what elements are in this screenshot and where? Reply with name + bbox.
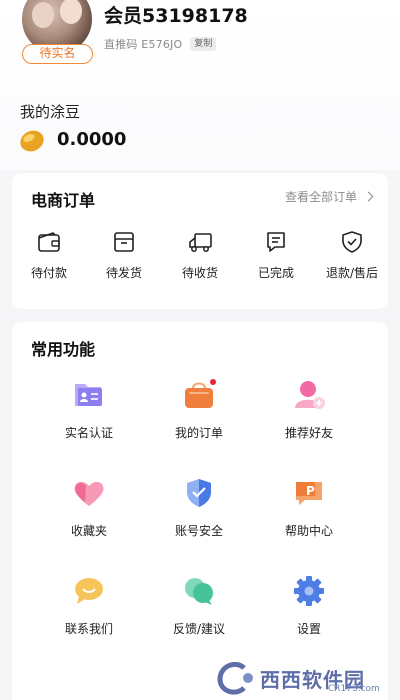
referral-code: 直推码 E576JO bbox=[104, 38, 183, 51]
site-watermark: 西西软件园 CR173.com bbox=[214, 662, 390, 696]
func-contact-us[interactable]: 联系我们 bbox=[39, 574, 139, 637]
func-label: 账号安全 bbox=[174, 524, 223, 538]
order-to-receive[interactable]: 待收货 bbox=[165, 229, 235, 281]
shopping-bag-icon bbox=[185, 379, 216, 408]
func-settings[interactable]: 设置 bbox=[259, 574, 359, 637]
bean-icon bbox=[20, 130, 44, 152]
order-label: 已完成 bbox=[257, 266, 294, 280]
chat-icon bbox=[75, 578, 103, 604]
profile-page: 待实名 会员53198178 直推码 E576JO 复制 我的涂豆 0.0000… bbox=[0, 0, 400, 700]
help-icon: P bbox=[296, 482, 322, 505]
func-label: 设置 bbox=[296, 622, 321, 636]
wallet-icon bbox=[38, 232, 60, 252]
orders-title: 电商订单 bbox=[31, 191, 96, 210]
func-account-security[interactable]: 账号安全 bbox=[149, 476, 249, 539]
copy-button[interactable]: 复制 bbox=[190, 37, 217, 51]
order-label: 待发货 bbox=[105, 266, 142, 280]
shield-icon bbox=[342, 231, 362, 253]
beans-label: 我的涂豆 bbox=[20, 103, 81, 121]
func-label: 帮助中心 bbox=[284, 524, 333, 538]
func-real-name-verify[interactable]: 实名认证 bbox=[39, 378, 139, 441]
order-completed[interactable]: 已完成 bbox=[241, 229, 311, 281]
document-icon bbox=[267, 232, 285, 252]
func-feedback[interactable]: 反馈/建议 bbox=[149, 574, 249, 637]
watermark-domain: CR173.com bbox=[328, 684, 380, 694]
func-favorites[interactable]: 收藏夹 bbox=[39, 476, 139, 539]
beans-balance: 0.0000 bbox=[57, 129, 127, 150]
security-shield-icon bbox=[187, 479, 211, 507]
box-icon bbox=[114, 232, 134, 252]
func-label: 推荐好友 bbox=[284, 426, 333, 440]
chevron-right-icon bbox=[363, 191, 374, 202]
view-all-orders-label: 查看全部订单 bbox=[284, 190, 357, 204]
referral-row: 直推码 E576JO 复制 bbox=[104, 36, 217, 52]
order-label: 待收货 bbox=[181, 266, 218, 280]
functions-title: 常用功能 bbox=[31, 340, 96, 359]
func-my-orders[interactable]: 我的订单 bbox=[149, 378, 249, 441]
feedback-icon bbox=[185, 578, 213, 605]
member-name: 会员53198178 bbox=[104, 5, 248, 27]
view-all-orders-link[interactable]: 查看全部订单 bbox=[284, 188, 374, 205]
func-label: 收藏夹 bbox=[70, 524, 107, 538]
func-refer-friend[interactable]: 推荐好友 bbox=[259, 378, 359, 441]
id-card-icon bbox=[75, 384, 102, 406]
func-label: 反馈/建议 bbox=[172, 622, 226, 636]
add-user-icon bbox=[295, 381, 325, 409]
order-refund[interactable]: 退款/售后 bbox=[317, 229, 387, 281]
func-help-center[interactable]: P 帮助中心 bbox=[259, 476, 359, 539]
gear-icon bbox=[294, 576, 324, 606]
order-pending-payment[interactable]: 待付款 bbox=[14, 229, 84, 281]
func-label: 联系我们 bbox=[64, 622, 113, 636]
truck-icon bbox=[189, 233, 212, 252]
func-label: 实名认证 bbox=[64, 426, 113, 440]
watermark-logo-icon bbox=[217, 662, 253, 695]
common-functions-card: 常用功能 实名认证 我的订单 推荐好友 收藏夹 账号安全 P 帮助中心 联系我们… bbox=[12, 322, 388, 700]
order-label: 退款/售后 bbox=[325, 266, 379, 280]
order-to-ship[interactable]: 待发货 bbox=[89, 229, 159, 281]
orders-card: 电商订单 查看全部订单 待付款 待发货 待收货 已完成 退款/售后 bbox=[12, 173, 388, 309]
func-label: 我的订单 bbox=[174, 426, 223, 440]
verify-status-badge[interactable]: 待实名 bbox=[22, 44, 93, 64]
heart-icon bbox=[74, 481, 104, 506]
order-label: 待付款 bbox=[30, 266, 67, 280]
svg-text:P: P bbox=[306, 484, 315, 498]
profile-header: 待实名 会员53198178 直推码 E576JO 复制 我的涂豆 0.0000 bbox=[0, 0, 400, 170]
